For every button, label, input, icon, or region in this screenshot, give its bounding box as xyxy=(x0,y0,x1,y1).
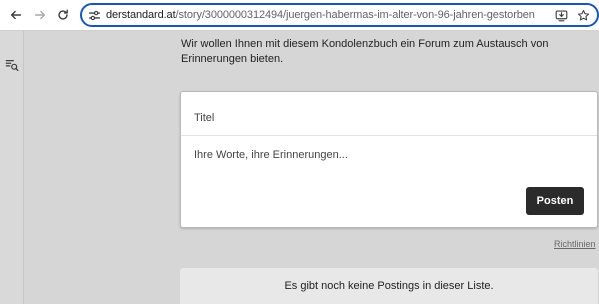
intro-text: Wir wollen Ihnen mit diesem Kondolenzbuc… xyxy=(181,38,549,65)
message-textarea[interactable]: Ihre Worte, ihre Erinnerungen... xyxy=(194,149,348,161)
star-icon xyxy=(577,9,590,21)
side-panel-rail xyxy=(0,31,24,304)
arrow-left-icon xyxy=(10,10,22,20)
posting-form: Titel Ihre Worte, ihre Erinnerungen... P… xyxy=(180,91,598,228)
empty-message: Es gibt noch keine Postings in dieser Li… xyxy=(284,280,494,292)
site-info-button[interactable] xyxy=(87,8,101,22)
reload-button[interactable] xyxy=(52,4,74,26)
install-app-icon xyxy=(555,10,568,22)
install-app-button[interactable] xyxy=(554,8,569,23)
url-path: /story/3000000312494/juergen-habermas-im… xyxy=(175,9,535,21)
postings-empty-state: Es gibt noch keine Postings in dieser Li… xyxy=(180,268,598,304)
list-search-icon xyxy=(5,60,19,72)
reading-tools-button[interactable] xyxy=(5,58,19,72)
page-content: Wir wollen Ihnen mit diesem Kondolenzbuc… xyxy=(0,31,599,304)
reload-icon xyxy=(58,9,68,20)
browser-toolbar: derstandard.at/story/3000000312494/juerg… xyxy=(0,0,599,31)
arrow-right-icon xyxy=(34,10,46,20)
post-button[interactable]: Posten xyxy=(526,187,584,215)
back-button[interactable] xyxy=(5,4,27,26)
url-text[interactable]: derstandard.at/story/3000000312494/juerg… xyxy=(106,8,535,22)
title-placeholder: Titel xyxy=(194,112,215,124)
guidelines-link[interactable]: Richtlinien xyxy=(554,239,596,249)
bookmark-button[interactable] xyxy=(576,8,591,23)
url-host: derstandard.at xyxy=(106,9,176,21)
forward-button[interactable] xyxy=(29,4,51,26)
title-input[interactable]: Titel xyxy=(181,92,597,136)
address-bar[interactable]: derstandard.at/story/3000000312494/juerg… xyxy=(80,3,599,27)
tune-icon xyxy=(88,10,100,20)
